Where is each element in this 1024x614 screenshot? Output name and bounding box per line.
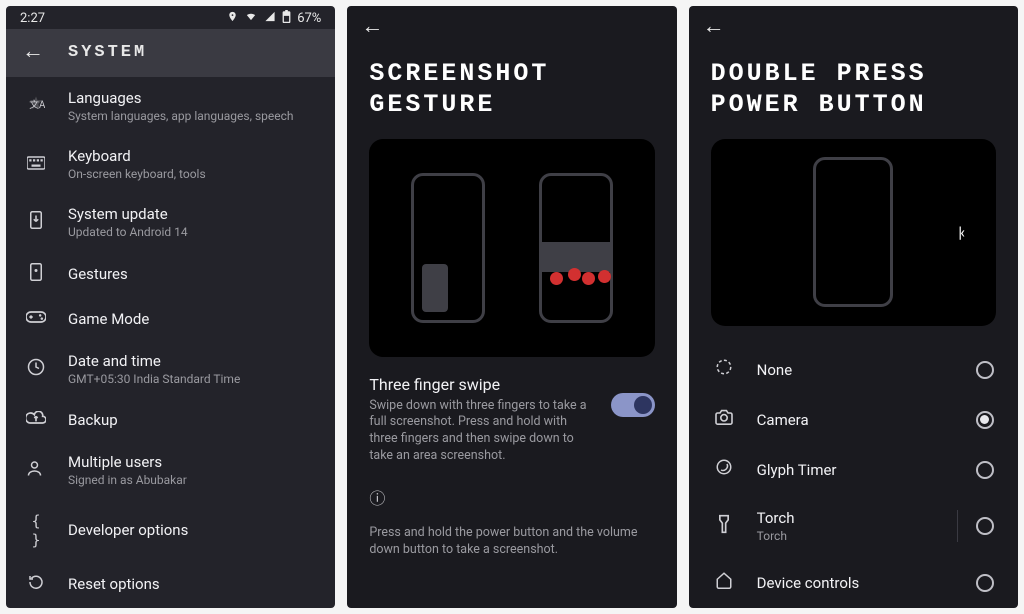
item-title: Keyboard bbox=[68, 147, 206, 165]
info-icon: ⓘ bbox=[369, 485, 385, 509]
svg-text:文A: 文A bbox=[29, 98, 45, 111]
item-title: Gestures bbox=[68, 265, 128, 283]
option-subtitle: Torch bbox=[757, 529, 935, 543]
update-icon bbox=[26, 211, 46, 233]
power-option-glyph-timer[interactable]: Glyph Timer bbox=[695, 444, 1012, 495]
item-subtitle: On-screen keyboard, tools bbox=[68, 167, 206, 181]
torch-icon bbox=[713, 514, 735, 539]
home-icon bbox=[713, 571, 735, 594]
users-icon bbox=[26, 459, 46, 481]
screenshot-gesture-panel: ← SCREENSHOT GESTURE Three finger swipe … bbox=[347, 6, 676, 608]
header: ← bbox=[689, 6, 1018, 48]
item-title: Date and time bbox=[68, 352, 240, 370]
three-finger-swipe-toggle[interactable] bbox=[611, 393, 655, 417]
option-title: Camera bbox=[757, 411, 954, 429]
double-press-power-panel: ← DOUBLE PRESS POWER BUTTON | ‹ None Came… bbox=[689, 6, 1018, 608]
backup-icon bbox=[26, 410, 46, 429]
wifi-icon bbox=[244, 11, 258, 26]
divider bbox=[957, 510, 958, 542]
power-option-device-controls[interactable]: Device controls bbox=[695, 557, 1012, 608]
toggle-description: Swipe down with three fingers to take a … bbox=[369, 398, 596, 466]
toggle-title: Three finger swipe bbox=[369, 375, 596, 394]
option-title: Torch bbox=[757, 509, 935, 527]
settings-item-languages[interactable]: 文A Languages System languages, app languag… bbox=[6, 77, 335, 135]
phone-illustration-left bbox=[411, 173, 485, 323]
header: ← SYSTEM bbox=[6, 29, 335, 77]
item-title: Languages bbox=[68, 89, 294, 107]
screenshot-note: Press and hold the power button and the … bbox=[347, 517, 676, 559]
item-subtitle: Updated to Android 14 bbox=[68, 225, 188, 239]
item-title: Backup bbox=[68, 411, 118, 429]
item-subtitle: GMT+05:30 India Standard Time bbox=[68, 372, 240, 386]
settings-item-gestures[interactable]: Gestures bbox=[6, 251, 335, 297]
power-press-indicator: | ‹ bbox=[958, 223, 962, 242]
none-icon bbox=[713, 358, 735, 381]
clock-icon bbox=[26, 358, 46, 380]
statusbar: 2:27 67% bbox=[6, 6, 335, 29]
option-title: Device controls bbox=[757, 574, 954, 592]
header: ← bbox=[347, 6, 676, 48]
settings-list: 文A Languages System languages, app languag… bbox=[6, 77, 335, 608]
page-title: DOUBLE PRESS POWER BUTTON bbox=[689, 48, 1018, 139]
radio-button[interactable] bbox=[976, 411, 994, 429]
settings-item-multiple-users[interactable]: Multiple users Signed in as Abubakar bbox=[6, 441, 335, 499]
settings-item-developer-options[interactable]: { } Developer options bbox=[6, 499, 335, 561]
battery-pct: 67% bbox=[297, 11, 321, 26]
keyboard-icon bbox=[26, 155, 46, 174]
clock: 2:27 bbox=[20, 11, 45, 26]
power-option-camera[interactable]: Camera bbox=[695, 395, 1012, 444]
option-title: Glyph Timer bbox=[757, 461, 954, 479]
settings-item-system-update[interactable]: System update Updated to Android 14 bbox=[6, 193, 335, 251]
power-action-options: None Camera Glyph Timer Torch Torch Device co… bbox=[689, 344, 1018, 608]
three-finger-swipe-setting: Three finger swipe Swipe down with three… bbox=[347, 375, 676, 480]
settings-item-game-mode[interactable]: Game Mode bbox=[6, 297, 335, 340]
radio-button[interactable] bbox=[976, 361, 994, 379]
radio-button[interactable] bbox=[976, 574, 994, 592]
back-icon[interactable]: ← bbox=[22, 41, 44, 63]
phone-illustration bbox=[813, 157, 893, 307]
gesture-illustration bbox=[369, 139, 654, 357]
battery-icon bbox=[282, 10, 291, 27]
page-title: SYSTEM bbox=[68, 43, 147, 62]
phone-illustration-right bbox=[539, 173, 613, 323]
settings-item-reset-options[interactable]: Reset options bbox=[6, 561, 335, 607]
signal-icon bbox=[264, 11, 276, 26]
translate-icon: 文A bbox=[26, 95, 46, 117]
camera-icon bbox=[713, 409, 735, 430]
settings-item-backup[interactable]: Backup bbox=[6, 398, 335, 441]
item-title: Reset options bbox=[68, 575, 160, 593]
location-icon bbox=[227, 11, 238, 26]
power-illustration: | ‹ bbox=[711, 139, 996, 327]
back-icon[interactable]: ← bbox=[361, 14, 383, 39]
settings-item-date-and-time[interactable]: Date and time GMT+05:30 India Standard Ti… bbox=[6, 340, 335, 398]
glyph-icon bbox=[713, 458, 735, 481]
system-settings-panel: 2:27 67% ← SYSTEM 文A Languages System lang… bbox=[6, 6, 335, 608]
reset-icon bbox=[26, 573, 46, 595]
item-subtitle: System languages, app languages, speech bbox=[68, 109, 294, 123]
info-row[interactable]: ⓘ bbox=[347, 479, 676, 517]
power-option-none[interactable]: None bbox=[695, 344, 1012, 395]
item-title: Developer options bbox=[68, 521, 188, 539]
option-title: None bbox=[757, 361, 954, 379]
gesture-icon bbox=[26, 263, 46, 285]
power-option-torch[interactable]: Torch Torch bbox=[695, 495, 1012, 557]
page-title: SCREENSHOT GESTURE bbox=[347, 48, 676, 139]
item-title: System update bbox=[68, 205, 188, 223]
item-title: Game Mode bbox=[68, 310, 149, 328]
game-icon bbox=[26, 309, 46, 328]
settings-item-keyboard[interactable]: Keyboard On-screen keyboard, tools bbox=[6, 135, 335, 193]
radio-button[interactable] bbox=[976, 517, 994, 535]
dev-icon: { } bbox=[26, 511, 46, 549]
item-title: Multiple users bbox=[68, 453, 187, 471]
settings-item-feedback[interactable]: Feedback bbox=[6, 607, 335, 608]
radio-button[interactable] bbox=[976, 461, 994, 479]
item-subtitle: Signed in as Abubakar bbox=[68, 473, 187, 487]
back-icon[interactable]: ← bbox=[703, 14, 725, 39]
